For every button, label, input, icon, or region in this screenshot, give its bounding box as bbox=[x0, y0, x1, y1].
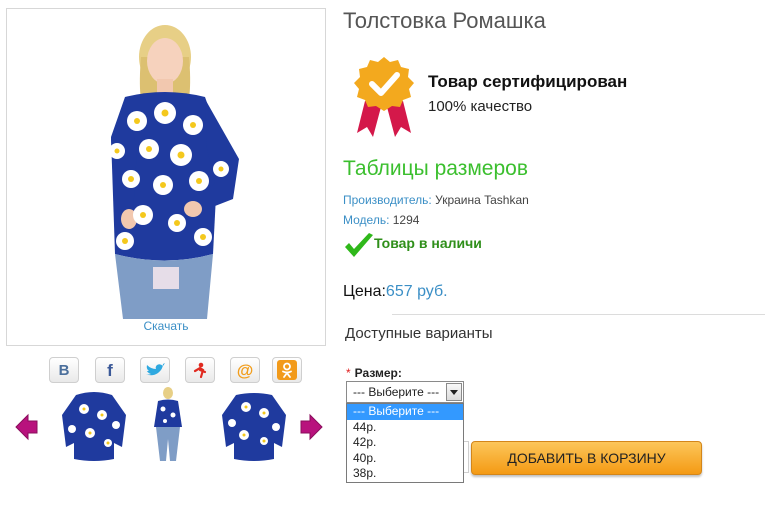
download-link[interactable]: Скачать bbox=[6, 319, 326, 333]
price-value: 657 руб. bbox=[385, 283, 448, 300]
price-label: Цена: bbox=[343, 283, 386, 300]
twitter-share-button[interactable] bbox=[140, 357, 170, 383]
divider bbox=[392, 314, 765, 315]
size-option[interactable]: 40р. bbox=[347, 451, 463, 467]
size-label-text: Размер: bbox=[354, 366, 402, 380]
model-value: 1294 bbox=[392, 213, 420, 227]
odnoklassniki-icon bbox=[277, 360, 297, 380]
mailru-icon: @ bbox=[236, 360, 254, 380]
price-row: Цена:657 руб. bbox=[343, 283, 448, 301]
dropdown-button[interactable] bbox=[446, 383, 462, 401]
manufacturer-label[interactable]: Производитель: bbox=[343, 193, 432, 207]
variants-heading: Доступные варианты bbox=[345, 325, 493, 342]
size-option[interactable]: 38р. bbox=[347, 466, 463, 482]
quantity-input[interactable] bbox=[464, 441, 469, 473]
add-to-cart-button[interactable]: ДОБАВИТЬ В КОРЗИНУ bbox=[471, 441, 702, 475]
in-stock-check-icon bbox=[345, 233, 373, 257]
size-select-value: --- Выберите --- bbox=[353, 385, 440, 399]
size-option[interactable]: 42р. bbox=[347, 435, 463, 451]
manufacturer-row: Производитель: Украина Tashkan bbox=[343, 193, 529, 207]
thumbnail-sweater-front[interactable] bbox=[56, 385, 132, 465]
size-option[interactable]: 44р. bbox=[347, 420, 463, 436]
model-label: Модель: bbox=[343, 213, 390, 227]
product-photo[interactable] bbox=[6, 8, 326, 346]
chevron-down-icon bbox=[450, 389, 458, 395]
certificate-title: Товар сертифицирован bbox=[428, 72, 628, 91]
certificate-subtitle: 100% качество bbox=[428, 98, 533, 115]
twitter-icon bbox=[146, 363, 165, 376]
facebook-icon: f bbox=[107, 360, 113, 380]
size-select[interactable]: --- Выберите --- bbox=[346, 381, 464, 403]
manufacturer-value: Украина Tashkan bbox=[435, 193, 529, 207]
vk-share-button[interactable]: В bbox=[49, 357, 79, 383]
vk-icon: В bbox=[58, 361, 70, 379]
moimir-icon bbox=[193, 362, 207, 379]
size-tables-link[interactable]: Таблицы размеров bbox=[343, 157, 528, 181]
carousel-prev-arrow-icon[interactable] bbox=[14, 413, 38, 441]
size-field-label: * Размер: bbox=[346, 366, 402, 380]
product-image bbox=[109, 25, 239, 319]
size-option[interactable]: --- Выберите --- bbox=[347, 404, 463, 420]
stock-status: Товар в наличи bbox=[374, 235, 482, 251]
thumbnail-sweater-back[interactable] bbox=[216, 385, 292, 465]
thumbnail-model[interactable] bbox=[130, 385, 206, 465]
product-title: Толстовка Ромашка bbox=[343, 8, 546, 33]
model-row: Модель: 1294 bbox=[343, 213, 419, 227]
carousel-next-arrow-icon[interactable] bbox=[300, 413, 324, 441]
facebook-share-button[interactable]: f bbox=[95, 357, 125, 383]
moimir-share-button[interactable] bbox=[185, 357, 215, 383]
size-options-list: --- Выберите --- 44р. 42р. 40р. 38р. bbox=[346, 403, 464, 483]
odnoklassniki-share-button[interactable] bbox=[272, 357, 302, 383]
required-mark: * bbox=[346, 366, 351, 380]
mailru-share-button[interactable]: @ bbox=[230, 357, 260, 383]
certificate-badge-icon bbox=[354, 57, 414, 137]
